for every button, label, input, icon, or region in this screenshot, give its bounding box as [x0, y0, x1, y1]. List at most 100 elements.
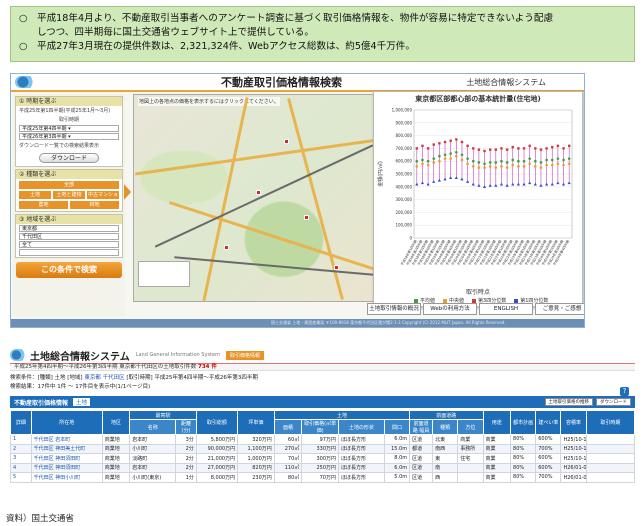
data-point-mean: [483, 162, 486, 166]
district-select[interactable]: 全て: [19, 241, 119, 248]
type-building-button[interactable]: 土地と建物: [53, 191, 85, 199]
table-cell: 6.0m: [383, 462, 411, 473]
map-view[interactable]: 地図上の各地点の価格を表示するにはクリックしてください。: [133, 94, 385, 302]
table-row[interactable]: 5 千代田区 神田小川町 商業地 小川町(東京) 1分 8,000万円 230万円 80㎡ 70…: [10, 472, 636, 483]
col-group-station: 最寄駅: [129, 410, 197, 420]
table-cell: 5.0m: [383, 472, 411, 483]
download-button[interactable]: ダウンロード: [39, 153, 99, 163]
english-link[interactable]: ENGLISH: [479, 303, 533, 315]
col-district[interactable]: 地区: [101, 410, 131, 435]
col-road-type[interactable]: 種類: [432, 419, 459, 435]
col-tsubo[interactable]: 坪単価: [237, 410, 275, 435]
notice-text-1-cont: しつつ、四半期毎に国土交通省ウェブサイト上で提供している。: [37, 27, 314, 38]
table-cell: 商業: [482, 443, 512, 454]
result-total-count: 734 件: [198, 364, 217, 370]
table-row[interactable]: 3 千代田区 神田須田町 商業地 淡路町 2分 21,000万円 1,000万円 70㎡ 300…: [10, 453, 636, 464]
table-cell[interactable]: 千代田区 神田美土代町: [30, 443, 103, 454]
table-cell: 区道: [409, 453, 434, 464]
notice-box: ○ 平成18年4月より、不動産取引当事者へのアンケート調査に基づく取引価格情報を…: [10, 6, 635, 62]
search-button[interactable]: この条件で検索: [16, 262, 122, 278]
table-cell[interactable]: 2: [10, 443, 32, 454]
data-point-median: [426, 163, 430, 167]
table-row[interactable]: 4 千代田区 神田須田町 商業地 岩本町 2分 27,000万円 820万円 110㎡ 250万…: [10, 462, 636, 473]
table-cell[interactable]: 5: [10, 472, 32, 483]
help-icon[interactable]: ?: [620, 387, 629, 396]
table-cell: 東: [432, 453, 459, 464]
map-marker-icon[interactable]: [334, 265, 339, 270]
table-cell: H25/10-12月: [560, 434, 587, 445]
col-use[interactable]: 用途: [482, 410, 512, 435]
prefecture-select[interactable]: 東京都: [19, 225, 119, 232]
tab-price-info[interactable]: 不動産取引価格情報: [14, 398, 68, 407]
trend-button[interactable]: 土地取引価格の推移: [544, 398, 593, 406]
system-name[interactable]: 土地総合情報システム: [466, 77, 546, 88]
data-point-q3: [562, 147, 565, 150]
data-point-mean: [438, 154, 441, 158]
data-point-median: [466, 162, 469, 166]
y-tick-label: 600,000: [395, 159, 412, 164]
table-cell: 80%: [510, 453, 537, 464]
col-area[interactable]: 面積: [273, 419, 303, 435]
download-button[interactable]: ダウンロード: [596, 398, 631, 406]
table-cell: 小川町: [129, 443, 177, 454]
table-cell[interactable]: 千代田区 岩本町: [30, 434, 103, 445]
table-cell: 商業: [482, 434, 512, 445]
col-road-width[interactable]: 前面道路 幅員: [409, 419, 434, 435]
result-summary-bar: 平成25年第4四半期～平成26年第3四半期 東京都千代田区の土地取引件数 734…: [10, 363, 635, 371]
data-point-mean: [449, 152, 452, 155]
type-all-button[interactable]: 全部: [19, 181, 119, 189]
col-shape[interactable]: 土地の形状: [338, 419, 385, 435]
map-marker-icon[interactable]: [256, 190, 261, 195]
overview-link[interactable]: 土地取引情報の概況: [367, 303, 421, 315]
table-cell[interactable]: 千代田区 神田小川町: [30, 472, 103, 483]
table-cell: 西: [432, 472, 459, 483]
data-point-mean: [550, 158, 554, 162]
usage-link[interactable]: Webの利用方法: [423, 303, 477, 315]
col-period[interactable]: 取引時期: [585, 410, 636, 435]
station-select[interactable]: [19, 249, 119, 256]
col-total[interactable]: 取引総額: [195, 410, 239, 435]
table-cell[interactable]: 千代田区 神田須田町: [30, 453, 103, 464]
data-point-q3: [551, 145, 554, 149]
table-cell[interactable]: 3: [10, 453, 32, 464]
map-marker-icon[interactable]: [304, 215, 309, 220]
table-cell[interactable]: 千代田区 神田須田町: [30, 462, 103, 473]
col-station-distance[interactable]: 距離(分): [175, 419, 197, 435]
col-unit-price[interactable]: 取引価格(㎡単価): [301, 419, 339, 435]
table-cell: 北東: [432, 434, 459, 445]
table-cell[interactable]: 1: [10, 434, 32, 445]
table-cell: 320万円: [237, 434, 275, 445]
period-from-select[interactable]: 平成25年第4四半期 ▾: [19, 125, 119, 132]
table-cell: 15.0m: [383, 443, 411, 454]
area-heading: ③ 地域を選ぶ: [16, 215, 122, 224]
table-row[interactable]: 1 千代田区 岩本町 商業地 岩本町 3分 5,800万円 320万円 60㎡ 97万円 ほぼ長方…: [10, 434, 636, 445]
type-row-3: 農地 林地: [19, 201, 119, 209]
tab-land[interactable]: 土地: [73, 398, 91, 406]
data-point-q3: [534, 147, 537, 150]
table-cell: 区道: [409, 462, 434, 473]
map-marker-icon[interactable]: [224, 245, 229, 250]
col-coverage[interactable]: 建ぺい率: [535, 410, 562, 435]
city-select[interactable]: 千代田区: [19, 233, 119, 240]
col-far[interactable]: 容積率: [560, 410, 587, 435]
data-point-q3: [460, 140, 464, 144]
col-plan[interactable]: 都市計画: [510, 410, 537, 435]
footer-links: 土地取引情報の概況 Webの利用方法 ENGLISH ご意見・ご感想: [367, 303, 584, 315]
table-cell[interactable]: 4: [10, 462, 32, 473]
col-frontage[interactable]: 間口: [383, 419, 411, 435]
table-cell: 商業: [482, 453, 512, 464]
type-forest-button[interactable]: 林地: [70, 201, 119, 209]
type-farm-button[interactable]: 農地: [19, 201, 68, 209]
table-row[interactable]: 2 千代田区 神田美土代町 商業地 小川町 2分 90,000万円 1,100万円 270㎡ 3…: [10, 443, 636, 454]
data-point-q3: [488, 148, 492, 151]
map-marker-icon[interactable]: [284, 139, 289, 144]
criteria-area-link[interactable]: 東京都 千代田区: [84, 375, 124, 381]
col-direction[interactable]: 方位: [457, 419, 484, 435]
feedback-link[interactable]: ご意見・ご感想: [535, 303, 584, 315]
period-to-select[interactable]: 平成26年第3四半期 ▾: [19, 133, 119, 140]
table-cell: 270㎡: [273, 443, 303, 454]
type-condo-button[interactable]: 中古マンション: [87, 191, 119, 206]
col-location[interactable]: 所在地: [30, 410, 103, 435]
type-land-button[interactable]: 土地: [19, 191, 51, 199]
col-station-name[interactable]: 名称: [129, 419, 177, 435]
